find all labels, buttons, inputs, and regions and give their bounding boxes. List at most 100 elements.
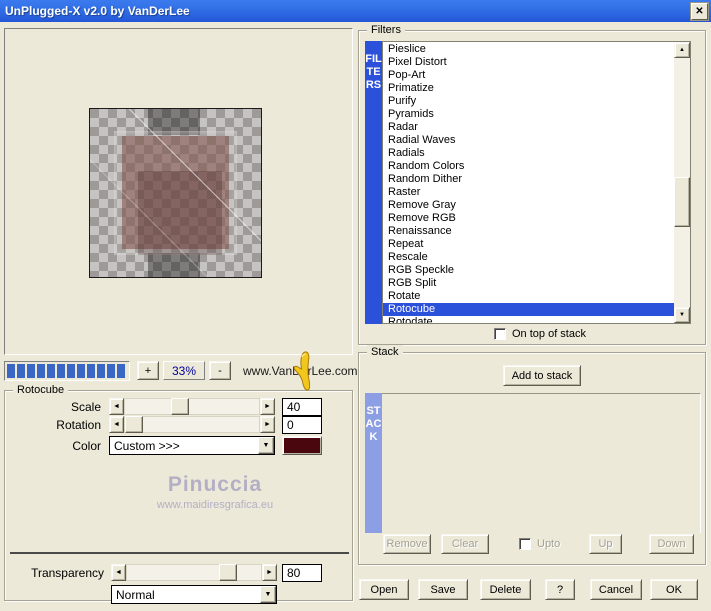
on-top-of-stack-label: On top of stack: [512, 328, 586, 340]
add-to-stack-button[interactable]: Add to stack: [503, 365, 581, 386]
upto-checkbox[interactable]: [519, 538, 531, 550]
divider-line: [10, 552, 349, 554]
clear-button[interactable]: Clear: [441, 534, 489, 554]
filter-list-item[interactable]: RGB Split: [383, 277, 674, 290]
scroll-down-button[interactable]: ▼: [674, 307, 690, 323]
chevron-down-icon[interactable]: ▼: [260, 586, 276, 603]
rotation-decrement-button[interactable]: ◄: [109, 416, 124, 433]
stack-vertical-banner: STACK: [365, 393, 382, 533]
save-button[interactable]: Save: [418, 579, 468, 600]
delete-button[interactable]: Delete: [480, 579, 531, 600]
rotation-increment-button[interactable]: ►: [260, 416, 275, 433]
progress-segment: [97, 364, 105, 378]
open-button[interactable]: Open: [359, 579, 409, 600]
rotation-input[interactable]: 0: [282, 416, 322, 434]
scale-slider-track[interactable]: [124, 398, 260, 415]
arrow-left-icon: ◄: [115, 569, 122, 576]
rotation-slider-thumb[interactable]: [125, 416, 143, 433]
progress-bar: [4, 361, 130, 381]
color-dropdown-value: Custom >>>: [114, 439, 180, 453]
close-button[interactable]: ✕: [691, 3, 708, 20]
transparency-slider-thumb[interactable]: [219, 564, 237, 581]
scale-increment-button[interactable]: ►: [260, 398, 275, 415]
arrow-left-icon: ◄: [113, 403, 120, 410]
filter-list-item[interactable]: Rotate: [383, 290, 674, 303]
preview-image: [89, 108, 262, 278]
progress-segment: [67, 364, 75, 378]
ok-button[interactable]: OK: [650, 579, 698, 600]
watermark-url: www.maidiresgrafica.eu: [156, 499, 274, 511]
zoom-in-button[interactable]: +: [137, 361, 159, 380]
filter-list-item[interactable]: Rotodate: [383, 316, 674, 323]
transparency-input[interactable]: 80: [282, 564, 322, 582]
rotocube-group-label: Rotocube: [13, 383, 69, 397]
progress-segment: [77, 364, 85, 378]
filter-list-item[interactable]: Remove RGB: [383, 212, 674, 225]
on-top-of-stack-checkbox[interactable]: [494, 328, 506, 340]
filter-list-item[interactable]: Random Dither: [383, 173, 674, 186]
filter-list-item[interactable]: Purify: [383, 95, 674, 108]
filters-group-label: Filters: [367, 23, 405, 37]
filter-list-item[interactable]: Rotocube: [383, 303, 674, 316]
rotation-slider-track[interactable]: [124, 416, 260, 433]
filter-list-item[interactable]: Rescale: [383, 251, 674, 264]
filter-list-item[interactable]: Pixel Distort: [383, 56, 674, 69]
filter-list-item[interactable]: Radial Waves: [383, 134, 674, 147]
filters-vertical-banner: FILTERS: [365, 41, 382, 324]
scale-slider-thumb[interactable]: [171, 398, 189, 415]
help-button[interactable]: ?: [545, 579, 575, 600]
filter-list-item[interactable]: Radar: [383, 121, 674, 134]
progress-segment: [107, 364, 115, 378]
stack-group-label: Stack: [367, 345, 403, 359]
filter-listbox[interactable]: Pieslice Pixel Distort Pop-Art Primatize Pur…: [382, 41, 691, 324]
chevron-down-icon[interactable]: ▼: [258, 437, 274, 454]
color-swatch-button[interactable]: [282, 436, 322, 455]
down-button[interactable]: Down: [649, 534, 694, 554]
transparency-increment-button[interactable]: ►: [262, 564, 277, 581]
arrow-right-icon: ►: [264, 403, 271, 410]
plus-icon: +: [144, 364, 152, 377]
watermark: Pinuccia www.maidiresgrafica.eu: [65, 473, 365, 511]
watermark-name: Pinuccia: [167, 473, 263, 496]
filters-group: Filters FILTERS Pieslice Pixel Distort Pop…: [358, 23, 706, 345]
arrow-right-icon: ►: [266, 569, 273, 576]
zoom-level: 33%: [163, 361, 205, 380]
filter-list-item[interactable]: Pieslice: [383, 43, 674, 56]
filter-list-item[interactable]: Pyramids: [383, 108, 674, 121]
arrow-up-icon: ▲: [679, 47, 685, 53]
filter-list-item[interactable]: Repeat: [383, 238, 674, 251]
minus-icon: -: [218, 364, 222, 377]
arrow-right-icon: ►: [264, 421, 271, 428]
filter-list-item[interactable]: Remove Gray: [383, 199, 674, 212]
preview-panel: [4, 28, 353, 355]
filter-list-item[interactable]: RGB Speckle: [383, 264, 674, 277]
filter-list-scrollbar[interactable]: ▲ ▼: [674, 42, 690, 323]
scale-input[interactable]: 40: [282, 398, 322, 416]
rotation-label: Rotation: [56, 418, 101, 432]
preview-dark-patch: [148, 253, 200, 277]
zoom-out-button[interactable]: -: [209, 361, 231, 380]
transparency-decrement-button[interactable]: ◄: [111, 564, 126, 581]
remove-button[interactable]: Remove: [383, 534, 431, 554]
filter-list-item[interactable]: Random Colors: [383, 160, 674, 173]
blend-mode-dropdown[interactable]: Normal ▼: [111, 585, 277, 604]
filter-list-item[interactable]: Pop-Art: [383, 69, 674, 82]
filter-list-item[interactable]: Raster: [383, 186, 674, 199]
progress-segment: [87, 364, 95, 378]
progress-segment: [17, 364, 25, 378]
filter-list-item[interactable]: Renaissance: [383, 225, 674, 238]
transparency-slider-track[interactable]: [126, 564, 262, 581]
stack-group: Stack Add to stack STACK Remove Clear Up…: [358, 345, 706, 565]
scale-decrement-button[interactable]: ◄: [109, 398, 124, 415]
color-label: Color: [72, 439, 101, 453]
title-bar[interactable]: UnPlugged-X v2.0 by VanDerLee: [0, 0, 711, 22]
filter-list-item[interactable]: Primatize: [383, 82, 674, 95]
scrollbar-thumb[interactable]: [674, 177, 690, 227]
filter-list-item[interactable]: Radials: [383, 147, 674, 160]
stack-list-area[interactable]: [382, 393, 701, 533]
progress-segment: [27, 364, 35, 378]
scroll-up-button[interactable]: ▲: [674, 42, 690, 58]
color-dropdown[interactable]: Custom >>> ▼: [109, 436, 275, 455]
cancel-button[interactable]: Cancel: [590, 579, 642, 600]
up-button[interactable]: Up: [589, 534, 622, 554]
